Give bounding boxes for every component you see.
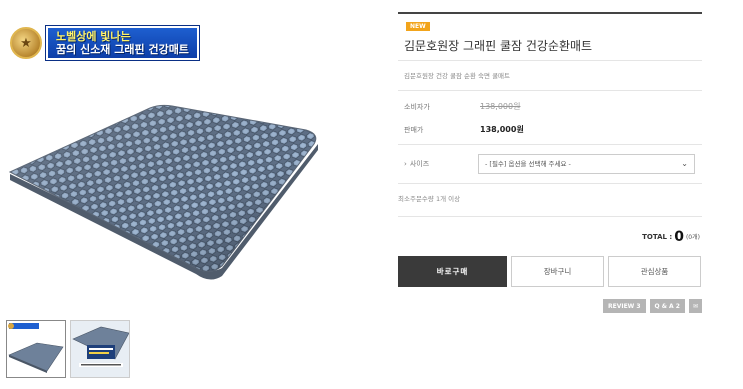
banner-line-1: 노벨상에 빛나는	[56, 30, 131, 43]
consumer-price-value: 138,000원	[480, 102, 521, 111]
option-row: › 사이즈	[404, 159, 429, 169]
banner-text-box: 노벨상에 빛나는 꿈의 신소재 그래핀 건강매트	[46, 26, 199, 60]
qna-button[interactable]: Q & A 2	[649, 299, 685, 313]
promo-banner: ★ 노벨상에 빛나는 꿈의 신소재 그래핀 건강매트	[10, 26, 199, 60]
thumbnail-list	[6, 320, 130, 378]
total-value: 0	[674, 229, 684, 245]
banner-line-2: 꿈의 신소재 그래핀 건강매트	[56, 43, 189, 56]
thumbnail-1[interactable]	[6, 320, 66, 378]
chevron-down-icon: ⌄	[681, 159, 688, 168]
product-main-image[interactable]: ★ 노벨상에 빛나는 꿈의 신소재 그래핀 건강매트	[0, 8, 330, 308]
sale-price-value: 138,000원	[480, 125, 524, 134]
product-gallery: ★ 노벨상에 빛나는 꿈의 신소재 그래핀 건강매트	[0, 0, 380, 389]
product-title: 김문호원장 그래핀 쿨잠 건강순환매트	[404, 39, 593, 53]
medal-icon: ★	[10, 27, 42, 59]
review-button[interactable]: REVIEW 3	[602, 299, 646, 313]
total-price: TOTAL :0 (0개)	[642, 229, 700, 245]
divider	[398, 216, 702, 217]
board-links: REVIEW 3 Q & A 2 ✉	[602, 299, 702, 313]
size-option-value: - [필수] 옵션을 선택해 주세요 -	[485, 160, 571, 168]
thumbnail-2-image	[71, 321, 129, 377]
add-to-cart-button[interactable]: 장바구니	[511, 256, 604, 287]
option-label: 사이즈	[409, 160, 430, 168]
mail-icon[interactable]: ✉	[688, 299, 702, 313]
product-subtitle: 김문호원장 건강 쿨잠 순환 숙면 쿨매트	[404, 72, 511, 80]
total-label: TOTAL :	[642, 233, 673, 241]
sale-price-label: 판매가	[404, 126, 424, 134]
divider	[398, 90, 702, 91]
option-arrow-icon: ›	[404, 160, 407, 168]
divider	[398, 144, 702, 145]
consumer-price-label: 소비자가	[404, 103, 430, 111]
sale-price-row: 판매가 138,000원	[404, 125, 524, 135]
min-order-text: 최소주문수량 1개 이상	[398, 195, 461, 203]
consumer-price-row: 소비자가 138,000원	[404, 102, 520, 112]
divider	[398, 183, 702, 184]
buy-now-button[interactable]: 바로구매	[398, 256, 507, 287]
action-buttons: 바로구매 장바구니 관심상품	[398, 256, 701, 287]
thumbnail-1-image	[8, 323, 64, 373]
total-count: (0개)	[685, 234, 700, 241]
wishlist-button[interactable]: 관심상품	[608, 256, 701, 287]
size-option-select[interactable]: - [필수] 옵션을 선택해 주세요 - ⌄	[478, 154, 695, 174]
thumbnail-2[interactable]	[70, 320, 130, 378]
divider	[398, 60, 702, 61]
top-divider	[398, 12, 702, 14]
new-badge: NEW	[406, 22, 430, 31]
